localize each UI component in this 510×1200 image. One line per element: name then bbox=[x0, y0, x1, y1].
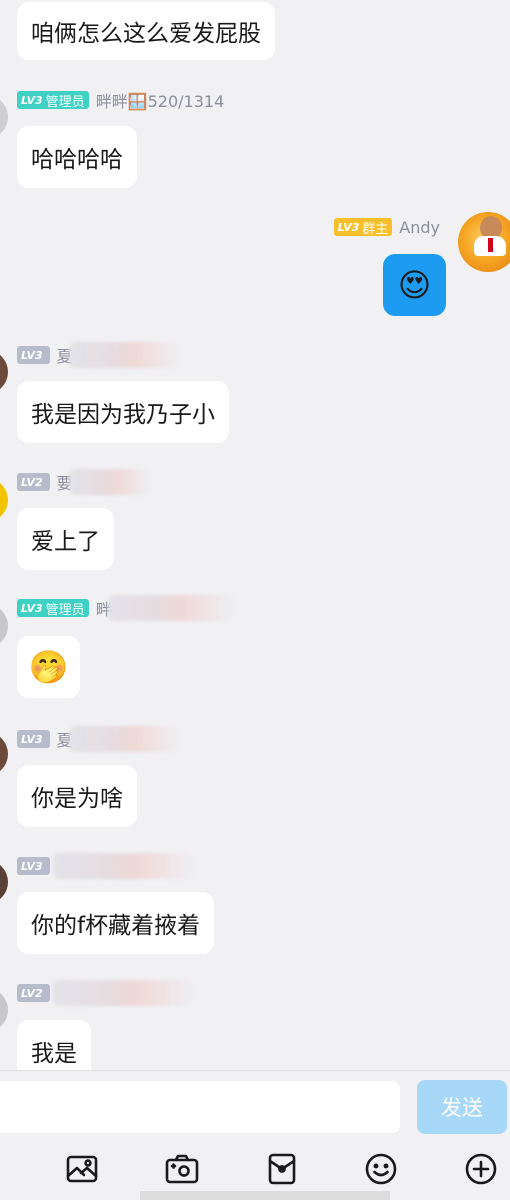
avatar[interactable] bbox=[0, 732, 8, 776]
avatar[interactable] bbox=[458, 212, 510, 272]
avatar[interactable] bbox=[0, 350, 8, 394]
blurred-name bbox=[52, 980, 193, 1006]
blurred-name bbox=[107, 595, 233, 621]
message-text: 我是因为我乃子小 bbox=[31, 402, 215, 428]
message-input[interactable] bbox=[0, 1081, 400, 1133]
level-badge: LV3 群主 bbox=[333, 218, 393, 237]
level-badge: LV3 bbox=[17, 857, 50, 875]
red-packet-icon[interactable] bbox=[262, 1149, 302, 1189]
level-badge: LV2 bbox=[17, 984, 50, 1002]
blurred-name bbox=[68, 469, 149, 495]
message-bubble-emoji[interactable]: 😍 bbox=[383, 254, 446, 316]
hand-over-mouth-emoji: 🤭 bbox=[28, 648, 69, 686]
level-badge: LV3 bbox=[17, 346, 50, 364]
message-text: 你是为啥 bbox=[31, 786, 123, 812]
message-bubble[interactable]: 爱上了 bbox=[17, 508, 114, 570]
level-badge: LV3 管理员 bbox=[17, 599, 89, 618]
chat-message-list[interactable]: 咱俩怎么这么爱发屁股 LV3 管理员 畔畔🪟520/1314 哈哈哈哈 LV3 … bbox=[0, 0, 510, 1070]
sender-meta: LV3 群主 Andy bbox=[333, 217, 440, 237]
sender-meta: LV3 bbox=[17, 853, 193, 879]
sender-name[interactable]: Andy bbox=[399, 218, 440, 237]
sender-meta: LV3 夏 bbox=[17, 726, 179, 752]
message-bubble[interactable]: 我是因为我乃子小 bbox=[17, 381, 229, 443]
sender-meta: LV3 管理员 畔畔🪟520/1314 bbox=[17, 88, 225, 112]
blurred-name bbox=[68, 342, 179, 368]
message-bubble[interactable]: 你的f杯藏着掖着 bbox=[17, 892, 215, 954]
blurred-name bbox=[52, 853, 193, 879]
sender-meta: LV3 管理员 畔 bbox=[17, 595, 233, 621]
composer-bar: 发送 bbox=[0, 1070, 510, 1200]
avatar[interactable] bbox=[0, 478, 8, 522]
message-bubble[interactable]: 哈哈哈哈 bbox=[17, 126, 137, 188]
message-bubble[interactable]: 咱俩怎么这么爱发屁股 bbox=[17, 2, 275, 60]
message-text: 我是 bbox=[31, 1041, 77, 1067]
blurred-name bbox=[68, 726, 179, 752]
plus-icon[interactable] bbox=[461, 1149, 501, 1189]
avatar[interactable] bbox=[0, 604, 8, 648]
message-text: 爱上了 bbox=[31, 529, 100, 555]
sender-meta: LV2 要 bbox=[17, 469, 149, 495]
sender-meta: LV2 bbox=[17, 980, 193, 1006]
message-bubble[interactable]: 我是 bbox=[17, 1020, 91, 1070]
camera-icon[interactable] bbox=[162, 1149, 202, 1189]
message-bubble-emoji[interactable]: 🤭 bbox=[17, 636, 80, 698]
level-badge: LV3 管理员 bbox=[17, 91, 89, 110]
message-text: 哈哈哈哈 bbox=[31, 147, 123, 173]
keyboard-edge bbox=[140, 1191, 390, 1200]
message-text: 咱俩怎么这么爱发屁股 bbox=[31, 21, 261, 47]
message-text: 你的f杯藏着掖着 bbox=[31, 913, 201, 939]
send-button[interactable]: 发送 bbox=[417, 1080, 507, 1134]
sender-meta: LV3 夏 bbox=[17, 342, 179, 368]
avatar[interactable] bbox=[0, 860, 8, 904]
avatar-tie bbox=[488, 238, 493, 252]
level-badge: LV3 bbox=[17, 730, 50, 748]
avatar[interactable] bbox=[0, 988, 8, 1032]
emoji-icon[interactable] bbox=[361, 1149, 401, 1189]
heart-eyes-emoji: 😍 bbox=[397, 266, 432, 304]
message-bubble[interactable]: 你是为啥 bbox=[17, 765, 137, 827]
avatar[interactable] bbox=[0, 95, 8, 139]
level-badge: LV2 bbox=[17, 473, 50, 491]
sender-name[interactable]: 畔畔🪟520/1314 bbox=[96, 88, 225, 112]
image-icon[interactable] bbox=[62, 1149, 102, 1189]
